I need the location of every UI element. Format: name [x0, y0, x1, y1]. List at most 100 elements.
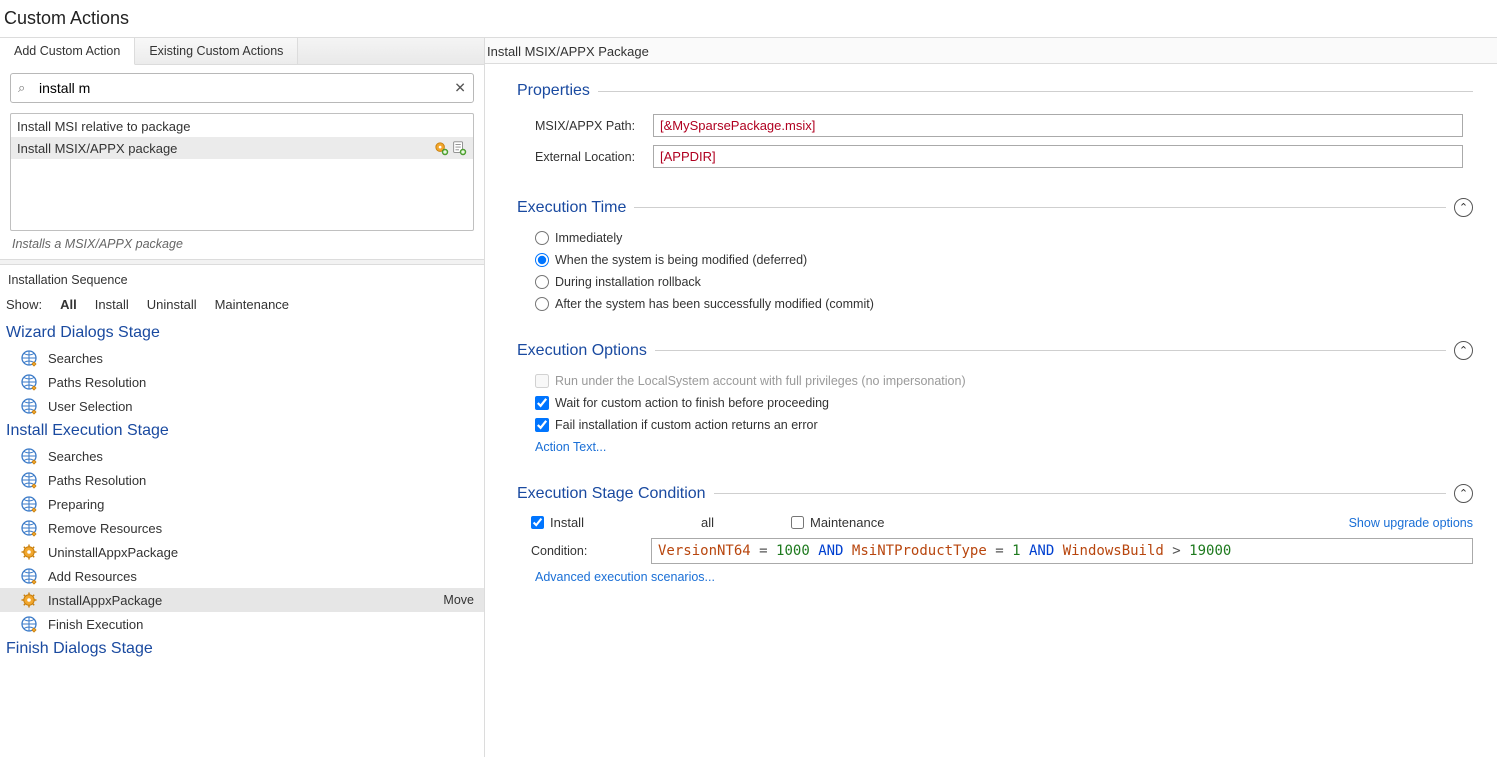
- section-divider: [714, 493, 1446, 494]
- move-button[interactable]: Move: [443, 593, 474, 607]
- condition-token: WindowsBuild: [1063, 543, 1164, 559]
- checkbox-wait-finish[interactable]: [535, 396, 549, 410]
- condition-token: 19000: [1189, 543, 1231, 559]
- stage-finish-dialogs[interactable]: Finish Dialogs Stage: [0, 636, 484, 662]
- section-execution-options: Execution Options ⌃ Run under the LocalS…: [517, 341, 1473, 458]
- sequence-item[interactable]: UninstallAppxPackage: [0, 540, 484, 564]
- page-title: Custom Actions: [0, 0, 1497, 37]
- right-header: Install MSIX/APPX Package: [485, 37, 1497, 64]
- section-stage-condition-title: Execution Stage Condition: [517, 485, 706, 503]
- stage-install-execution[interactable]: Install Execution Stage: [0, 418, 484, 444]
- sequence-item[interactable]: Remove Resources: [0, 516, 484, 540]
- check-fail-on-error[interactable]: Fail installation if custom action retur…: [535, 414, 1473, 436]
- section-properties-title: Properties: [517, 82, 590, 100]
- sequence-item[interactable]: InstallAppxPackage Move: [0, 588, 484, 612]
- sequence-item-label: InstallAppxPackage: [48, 593, 162, 608]
- radio-exec-time-input[interactable]: [535, 231, 549, 245]
- gear-icon: [20, 591, 38, 609]
- suggestion-item[interactable]: Install MSI relative to package: [11, 116, 473, 137]
- suggestion-label: Install MSI relative to package: [17, 119, 190, 134]
- radio-exec-time[interactable]: Immediately: [535, 227, 1473, 249]
- sequence-item[interactable]: User Selection: [0, 394, 484, 418]
- show-label: Show:: [6, 297, 42, 312]
- condition-token: 1000: [776, 543, 810, 559]
- section-divider: [655, 350, 1446, 351]
- show-option-uninstall[interactable]: Uninstall: [147, 297, 197, 312]
- link-advanced-scenarios[interactable]: Advanced execution scenarios...: [535, 566, 715, 588]
- section-divider: [634, 207, 1446, 208]
- checkbox-maintenance[interactable]: [791, 516, 804, 529]
- sequence-header: Installation Sequence: [0, 265, 484, 291]
- condition-token: =: [995, 543, 1003, 559]
- left-pane: Add Custom Action Existing Custom Action…: [0, 37, 485, 757]
- checkbox-install[interactable]: [531, 516, 544, 529]
- globe-icon: [20, 567, 38, 585]
- radio-exec-time-input[interactable]: [535, 275, 549, 289]
- radio-exec-time-label: When the system is being modified (defer…: [555, 253, 807, 267]
- radio-exec-time-input[interactable]: [535, 297, 549, 311]
- label-external-location: External Location:: [535, 150, 653, 164]
- radio-exec-time[interactable]: When the system is being modified (defer…: [535, 249, 1473, 271]
- suggestion-label: Install MSIX/APPX package: [17, 141, 177, 156]
- sequence-item[interactable]: Paths Resolution: [0, 468, 484, 492]
- globe-icon: [20, 471, 38, 489]
- sequence-item-label: Paths Resolution: [48, 473, 146, 488]
- tab-existing-custom-actions[interactable]: Existing Custom Actions: [135, 38, 298, 64]
- sequence-item[interactable]: Searches: [0, 444, 484, 468]
- tab-add-custom-action[interactable]: Add Custom Action: [0, 38, 135, 65]
- show-option-install[interactable]: Install: [95, 297, 129, 312]
- search-icon: ⌕: [18, 80, 25, 96]
- collapse-icon[interactable]: ⌃: [1454, 484, 1473, 503]
- show-option-maintenance[interactable]: Maintenance: [215, 297, 289, 312]
- label-run-localsystem: Run under the LocalSystem account with f…: [555, 374, 966, 388]
- radio-exec-time-label: Immediately: [555, 231, 622, 245]
- input-external-location[interactable]: [653, 145, 1463, 168]
- globe-icon: [20, 519, 38, 537]
- gear-icon: [20, 543, 38, 561]
- radio-exec-time-input[interactable]: [535, 253, 549, 267]
- sequence-item[interactable]: Searches: [0, 346, 484, 370]
- globe-icon: [20, 397, 38, 415]
- check-maintenance[interactable]: Maintenance: [791, 515, 884, 530]
- input-condition[interactable]: VersionNT64 = 1000 AND MsiNTProductType …: [651, 538, 1473, 564]
- condition-token: 1: [1012, 543, 1020, 559]
- condition-token: VersionNT64: [658, 543, 751, 559]
- show-filter-row: Show: All Install Uninstall Maintenance: [0, 291, 484, 320]
- suggestion-item[interactable]: Install MSIX/APPX package: [11, 137, 473, 159]
- condition-token: =: [759, 543, 767, 559]
- suggestion-hint: Installs a MSIX/APPX package: [0, 235, 484, 259]
- link-show-upgrade-options[interactable]: Show upgrade options: [1349, 516, 1473, 530]
- sequence-item[interactable]: Preparing: [0, 492, 484, 516]
- suggestion-list: Install MSI relative to package Install M…: [10, 113, 474, 231]
- sequence-item-label: Finish Execution: [48, 617, 143, 632]
- add-without-sequence-icon[interactable]: [451, 140, 467, 156]
- radio-exec-time-label: After the system has been successfully m…: [555, 297, 874, 311]
- radio-exec-time[interactable]: After the system has been successfully m…: [535, 293, 1473, 315]
- radio-exec-time-label: During installation rollback: [555, 275, 701, 289]
- section-divider: [598, 91, 1473, 92]
- search-input[interactable]: [10, 73, 474, 103]
- sequence-item[interactable]: Add Resources: [0, 564, 484, 588]
- section-properties: Properties MSIX/APPX Path: External Loca…: [517, 82, 1473, 172]
- globe-icon: [20, 447, 38, 465]
- condition-token: AND: [1029, 543, 1054, 559]
- check-install[interactable]: Install: [531, 515, 691, 530]
- input-msix-path[interactable]: [653, 114, 1463, 137]
- sequence-item-label: Paths Resolution: [48, 375, 146, 390]
- radio-exec-time[interactable]: During installation rollback: [535, 271, 1473, 293]
- sequence-item[interactable]: Finish Execution: [0, 612, 484, 636]
- label-msix-path: MSIX/APPX Path:: [535, 119, 653, 133]
- add-with-sequence-icon[interactable]: [433, 140, 449, 156]
- sequence-item[interactable]: Paths Resolution: [0, 370, 484, 394]
- clear-search-icon[interactable]: ✕: [454, 80, 466, 97]
- section-execution-time-title: Execution Time: [517, 199, 626, 217]
- sequence-item-label: User Selection: [48, 399, 133, 414]
- collapse-icon[interactable]: ⌃: [1454, 198, 1473, 217]
- stage-wizard-dialogs[interactable]: Wizard Dialogs Stage: [0, 320, 484, 346]
- link-action-text[interactable]: Action Text...: [535, 436, 606, 458]
- checkbox-fail-on-error[interactable]: [535, 418, 549, 432]
- check-wait-finish[interactable]: Wait for custom action to finish before …: [535, 392, 1473, 414]
- show-option-all[interactable]: All: [60, 297, 77, 312]
- section-execution-time: Execution Time ⌃ Immediately When the sys…: [517, 198, 1473, 315]
- collapse-icon[interactable]: ⌃: [1454, 341, 1473, 360]
